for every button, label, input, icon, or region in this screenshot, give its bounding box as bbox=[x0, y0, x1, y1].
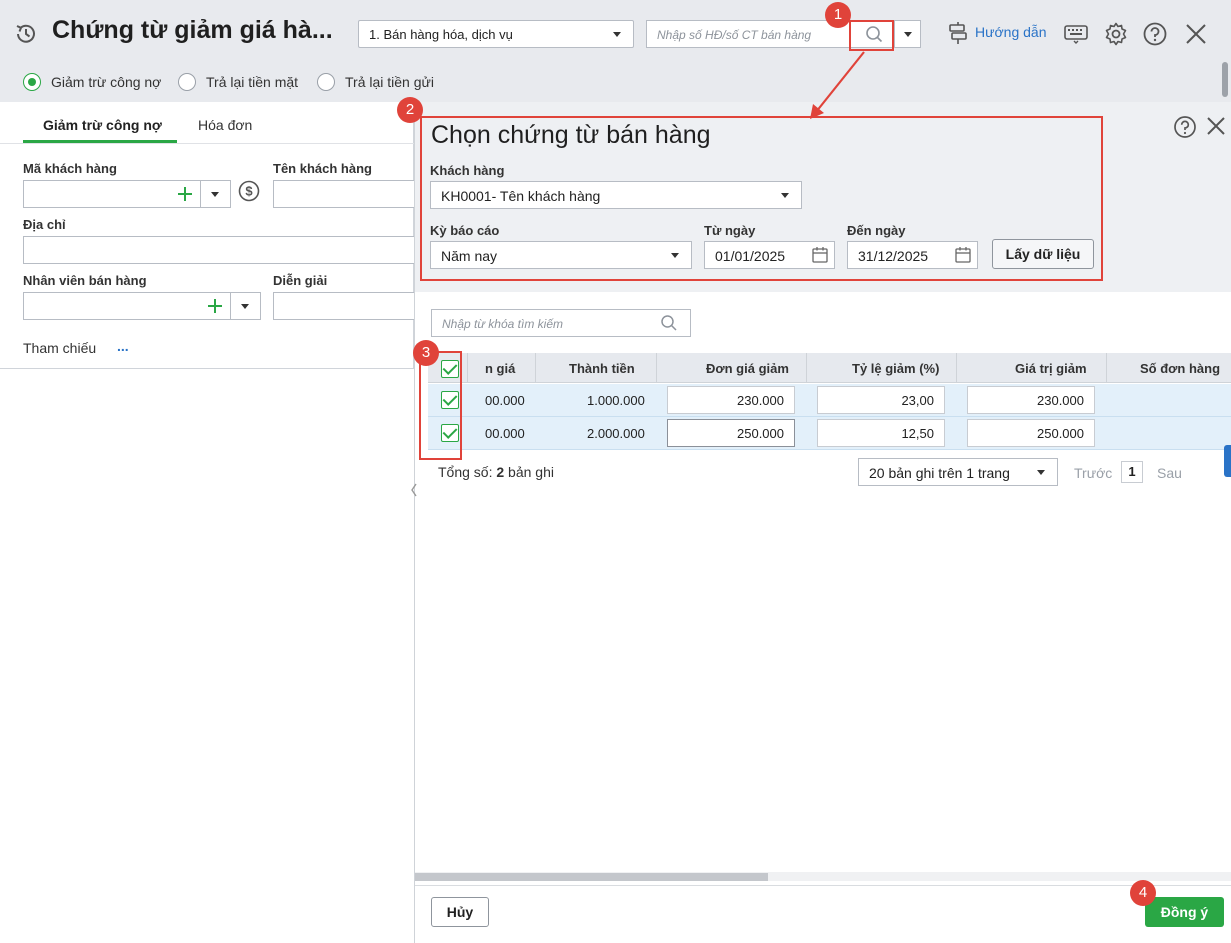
column-divider bbox=[535, 353, 536, 383]
page-size-value: 20 bản ghi trên 1 trang bbox=[869, 465, 1010, 481]
doc-type-value: 1. Bán hàng hóa, dịch vụ bbox=[369, 27, 513, 42]
salesperson-label: Nhân viên bán hàng bbox=[23, 273, 147, 288]
radio-button[interactable] bbox=[23, 73, 41, 91]
customer-name-input[interactable] bbox=[273, 180, 414, 208]
cell-amount: 1.000.000 bbox=[587, 393, 645, 408]
column-divider bbox=[467, 353, 468, 383]
tab-debt-reduction[interactable]: Giảm trừ công nợ bbox=[43, 117, 162, 133]
radio-button[interactable] bbox=[178, 73, 196, 91]
grid-header: n giá Thành tiền Đơn giá giảm Tỷ lệ giảm… bbox=[428, 353, 1231, 383]
radio-label: Giảm trừ công nợ bbox=[51, 74, 162, 90]
help-icon[interactable] bbox=[1142, 21, 1168, 47]
discount-price-input[interactable]: 230.000 bbox=[667, 386, 795, 414]
radio-button[interactable] bbox=[317, 73, 335, 91]
annotation-box-3 bbox=[419, 351, 462, 460]
column-divider bbox=[956, 353, 957, 383]
discount-value-input[interactable]: 230.000 bbox=[967, 386, 1095, 414]
next-page-button[interactable]: Sau bbox=[1157, 465, 1182, 481]
total-suffix: bản ghi bbox=[504, 464, 554, 480]
chevron-down-icon bbox=[1037, 470, 1045, 475]
annotation-marker-4: 4 bbox=[1130, 880, 1156, 906]
history-icon[interactable] bbox=[13, 21, 39, 47]
chevron-down-icon bbox=[904, 32, 912, 37]
chevron-down-icon[interactable] bbox=[241, 304, 249, 309]
col-discount-rate[interactable]: Tỷ lệ giảm (%) bbox=[852, 361, 939, 376]
discount-rate-input[interactable]: 23,00 bbox=[817, 386, 945, 414]
tab-invoice[interactable]: Hóa đơn bbox=[198, 117, 252, 133]
reference-label: Tham chiếu bbox=[23, 340, 97, 356]
annotation-box-2 bbox=[420, 116, 1103, 281]
annotation-marker-2: 2 bbox=[397, 97, 423, 123]
reference-more-button[interactable]: ... bbox=[117, 338, 129, 354]
chevron-down-icon[interactable] bbox=[211, 192, 219, 197]
gear-icon[interactable] bbox=[1103, 21, 1129, 47]
total-prefix: Tổng số: bbox=[438, 464, 497, 480]
customer-name-label: Tên khách hàng bbox=[273, 161, 372, 176]
radio-deposit-refund[interactable]: Trả lại tiền gửi bbox=[317, 72, 434, 92]
chevron-down-icon bbox=[613, 32, 621, 37]
chevron-left-icon[interactable] bbox=[409, 472, 419, 508]
col-amount[interactable]: Thành tiền bbox=[569, 361, 635, 376]
guide-link[interactable]: Hướng dẫn bbox=[975, 24, 1046, 40]
divider bbox=[230, 293, 231, 319]
divider bbox=[200, 181, 201, 207]
add-icon[interactable] bbox=[178, 187, 192, 201]
radio-label: Trả lại tiền mặt bbox=[206, 74, 299, 90]
radio-debt-reduction[interactable]: Giảm trừ công nợ bbox=[23, 72, 161, 92]
close-icon[interactable] bbox=[1183, 21, 1209, 47]
customer-code-label: Mã khách hàng bbox=[23, 161, 117, 176]
page-number[interactable]: 1 bbox=[1121, 461, 1143, 483]
doc-type-select[interactable]: 1. Bán hàng hóa, dịch vụ bbox=[358, 20, 634, 48]
page-scrollbar[interactable] bbox=[1222, 62, 1228, 97]
salesperson-input[interactable] bbox=[23, 292, 261, 320]
svg-text:$: $ bbox=[245, 184, 253, 199]
close-icon[interactable] bbox=[1205, 115, 1227, 137]
col-discount-value[interactable]: Giá trị giảm bbox=[1015, 361, 1087, 376]
description-input[interactable] bbox=[273, 292, 414, 320]
table-row[interactable]: 00.000 2.000.000 250.000 12,50 250.000 bbox=[428, 417, 1231, 450]
cell-amount: 2.000.000 bbox=[587, 426, 645, 441]
cancel-button[interactable]: Hủy bbox=[431, 897, 489, 927]
page-title: Chứng từ giảm giá hà... bbox=[52, 16, 333, 44]
discount-rate-input[interactable]: 12,50 bbox=[817, 419, 945, 447]
total-count: 2 bbox=[496, 464, 505, 480]
dollar-icon[interactable]: $ bbox=[238, 180, 260, 202]
search-icon[interactable] bbox=[660, 314, 678, 332]
side-panel-toggle[interactable] bbox=[1224, 445, 1231, 477]
customer-code-input[interactable] bbox=[23, 180, 231, 208]
column-divider bbox=[806, 353, 807, 383]
footer-divider bbox=[415, 885, 1231, 886]
help-icon[interactable] bbox=[1173, 115, 1197, 139]
column-divider bbox=[1106, 353, 1107, 383]
discount-value-input[interactable]: 250.000 bbox=[967, 419, 1095, 447]
annotation-marker-3: 3 bbox=[413, 340, 439, 366]
signpost-icon[interactable] bbox=[946, 21, 970, 45]
col-discount-price[interactable]: Đơn giá giảm bbox=[706, 361, 789, 376]
description-label: Diễn giải bbox=[273, 273, 328, 288]
scrollbar-thumb[interactable] bbox=[415, 873, 768, 881]
cell-unit-price: 00.000 bbox=[485, 393, 525, 408]
page-size-select[interactable]: 20 bản ghi trên 1 trang bbox=[858, 458, 1058, 486]
add-icon[interactable] bbox=[208, 299, 222, 313]
annotation-marker-1: 1 bbox=[825, 2, 851, 28]
table-row[interactable]: 00.000 1.000.000 230.000 23,00 230.000 bbox=[428, 384, 1231, 417]
search-dropdown-button[interactable] bbox=[894, 20, 921, 48]
column-divider bbox=[656, 353, 657, 383]
address-input[interactable] bbox=[23, 236, 414, 264]
col-unit-price[interactable]: n giá bbox=[485, 361, 515, 376]
tab-divider bbox=[0, 143, 414, 144]
cell-unit-price: 00.000 bbox=[485, 426, 525, 441]
prev-page-button[interactable]: Trước bbox=[1074, 465, 1112, 481]
total-records: Tổng số: 2 bản ghi bbox=[438, 464, 554, 480]
radio-cash-refund[interactable]: Trả lại tiền mặt bbox=[178, 72, 298, 92]
ok-button[interactable]: Đồng ý bbox=[1145, 897, 1224, 927]
radio-label: Trả lại tiền gửi bbox=[345, 74, 434, 90]
grid-search-input[interactable]: Nhập từ khóa tìm kiếm bbox=[431, 309, 691, 337]
discount-price-input[interactable]: 250.000 bbox=[667, 419, 795, 447]
annotation-box-1 bbox=[849, 20, 894, 51]
keyboard-icon[interactable] bbox=[1063, 21, 1089, 47]
address-label: Địa chỉ bbox=[23, 217, 66, 232]
col-order-no[interactable]: Số đơn hàng bbox=[1140, 361, 1220, 376]
